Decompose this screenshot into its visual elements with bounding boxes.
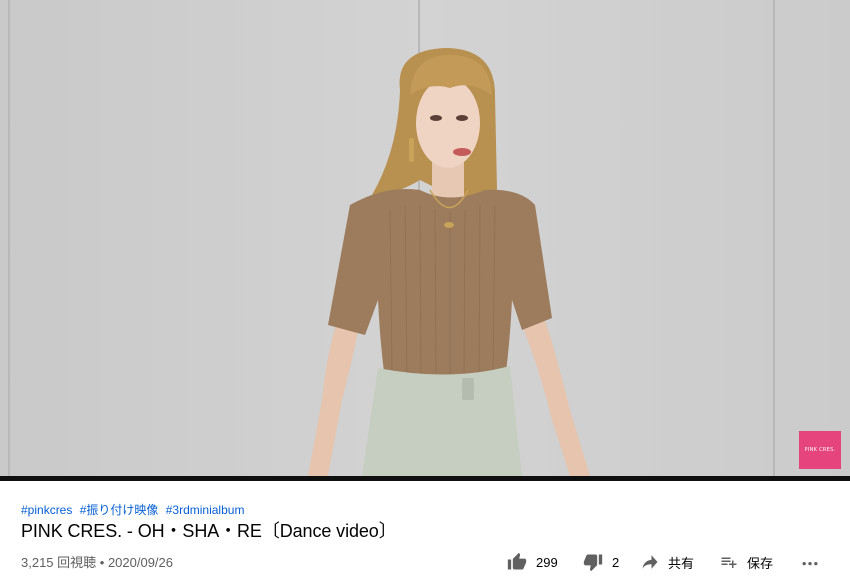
share-arrow-icon xyxy=(642,555,658,569)
video-actions: 299 2 共有 保存 xyxy=(0,550,850,576)
channel-watermark[interactable]: PINK CRES. xyxy=(799,431,841,469)
playlist-add-icon xyxy=(721,557,737,568)
save-button[interactable]: 保存 xyxy=(719,550,773,574)
share-label: 共有 xyxy=(668,555,695,571)
save-label: 保存 xyxy=(747,555,774,571)
hashtag-link[interactable]: #pinkcres xyxy=(21,503,72,517)
watermark-text: PINK CRES. xyxy=(804,447,836,453)
like-button[interactable]: 299 xyxy=(506,550,558,574)
share-button[interactable]: 共有 xyxy=(640,550,694,574)
dislike-count: 2 xyxy=(612,554,620,570)
hashtag-link[interactable]: #3rdminialbum xyxy=(166,503,245,517)
video-title: PINK CRES. - OH・SHA・RE〔Dance video〕 xyxy=(21,521,397,541)
more-actions-button[interactable] xyxy=(800,550,820,574)
video-player[interactable]: PINK CRES. xyxy=(0,0,850,480)
player-bottom-edge xyxy=(0,476,850,481)
thumbs-up-icon xyxy=(507,552,527,570)
hashtag-list: #pinkcres #振り付け映像 #3rdminialbum xyxy=(21,501,248,518)
hashtag-link[interactable]: #振り付け映像 xyxy=(80,503,159,517)
thumbs-down-icon xyxy=(583,554,603,572)
dislike-button[interactable]: 2 xyxy=(582,550,619,574)
like-count: 299 xyxy=(536,554,558,570)
video-frame-dancer xyxy=(308,48,590,476)
more-horizontal-icon xyxy=(802,562,818,566)
